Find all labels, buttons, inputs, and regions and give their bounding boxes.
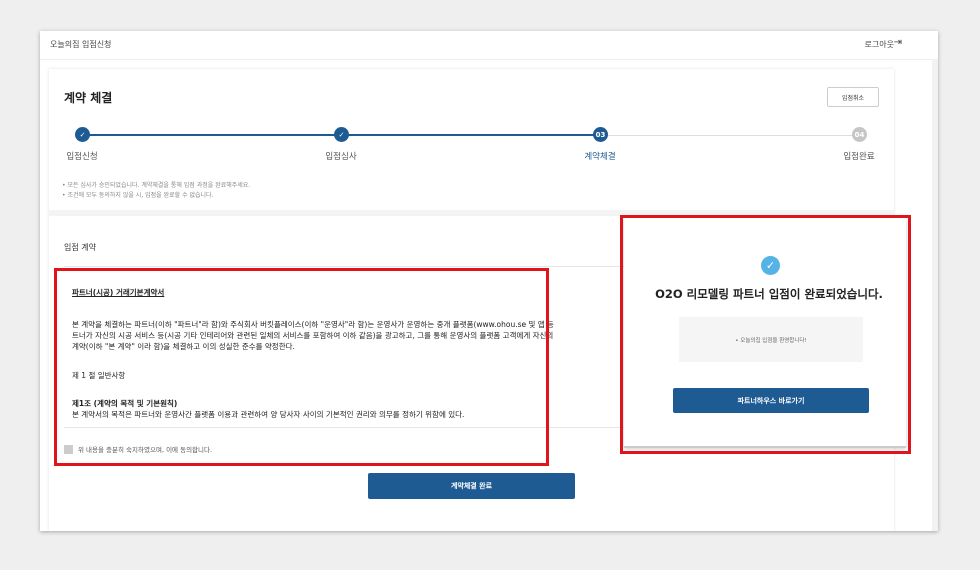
notice-item: • 조건에 모두 동의하지 않을 시, 입점을 완료할 수 없습니다. — [62, 192, 214, 199]
step-1-label: 입점신청 — [66, 152, 98, 162]
highlight-box-contract — [54, 268, 549, 466]
cancel-button[interactable]: 입점취소 — [827, 87, 879, 107]
notice-list: • 모든 심사가 승인되었습니다. 계약체결을 통해 입점 과정을 완료해주세요… — [62, 181, 250, 201]
step-2-icon: ✓ — [334, 127, 349, 142]
step-4-label: 입점완료 — [843, 152, 875, 162]
logout-icon[interactable]: ⇥ — [894, 37, 902, 48]
scroll-edge — [932, 59, 938, 531]
submit-contract-button[interactable]: 계약체결 완료 — [368, 473, 575, 499]
brand-title: 오늘의집 입점신청 — [50, 40, 112, 49]
contract-section-title: 입점 계약 — [64, 243, 96, 252]
step-3-label: 계약체결 — [584, 152, 616, 162]
logout-link[interactable]: 로그아웃 — [865, 39, 894, 50]
highlight-box-modal — [620, 215, 911, 454]
page-title: 계약 체결 — [64, 91, 113, 105]
step-1-icon: ✓ — [75, 127, 90, 142]
step-4-icon: 04 — [852, 127, 867, 142]
notice-item: • 모든 심사가 승인되었습니다. 계약체결을 통해 입점 과정을 완료해주세요… — [62, 182, 251, 189]
step-2-label: 입점심사 — [325, 152, 357, 162]
top-bar: 오늘의집 입점신청 로그아웃 ⇥ — [40, 31, 938, 60]
step-3-icon: 03 — [593, 127, 608, 142]
